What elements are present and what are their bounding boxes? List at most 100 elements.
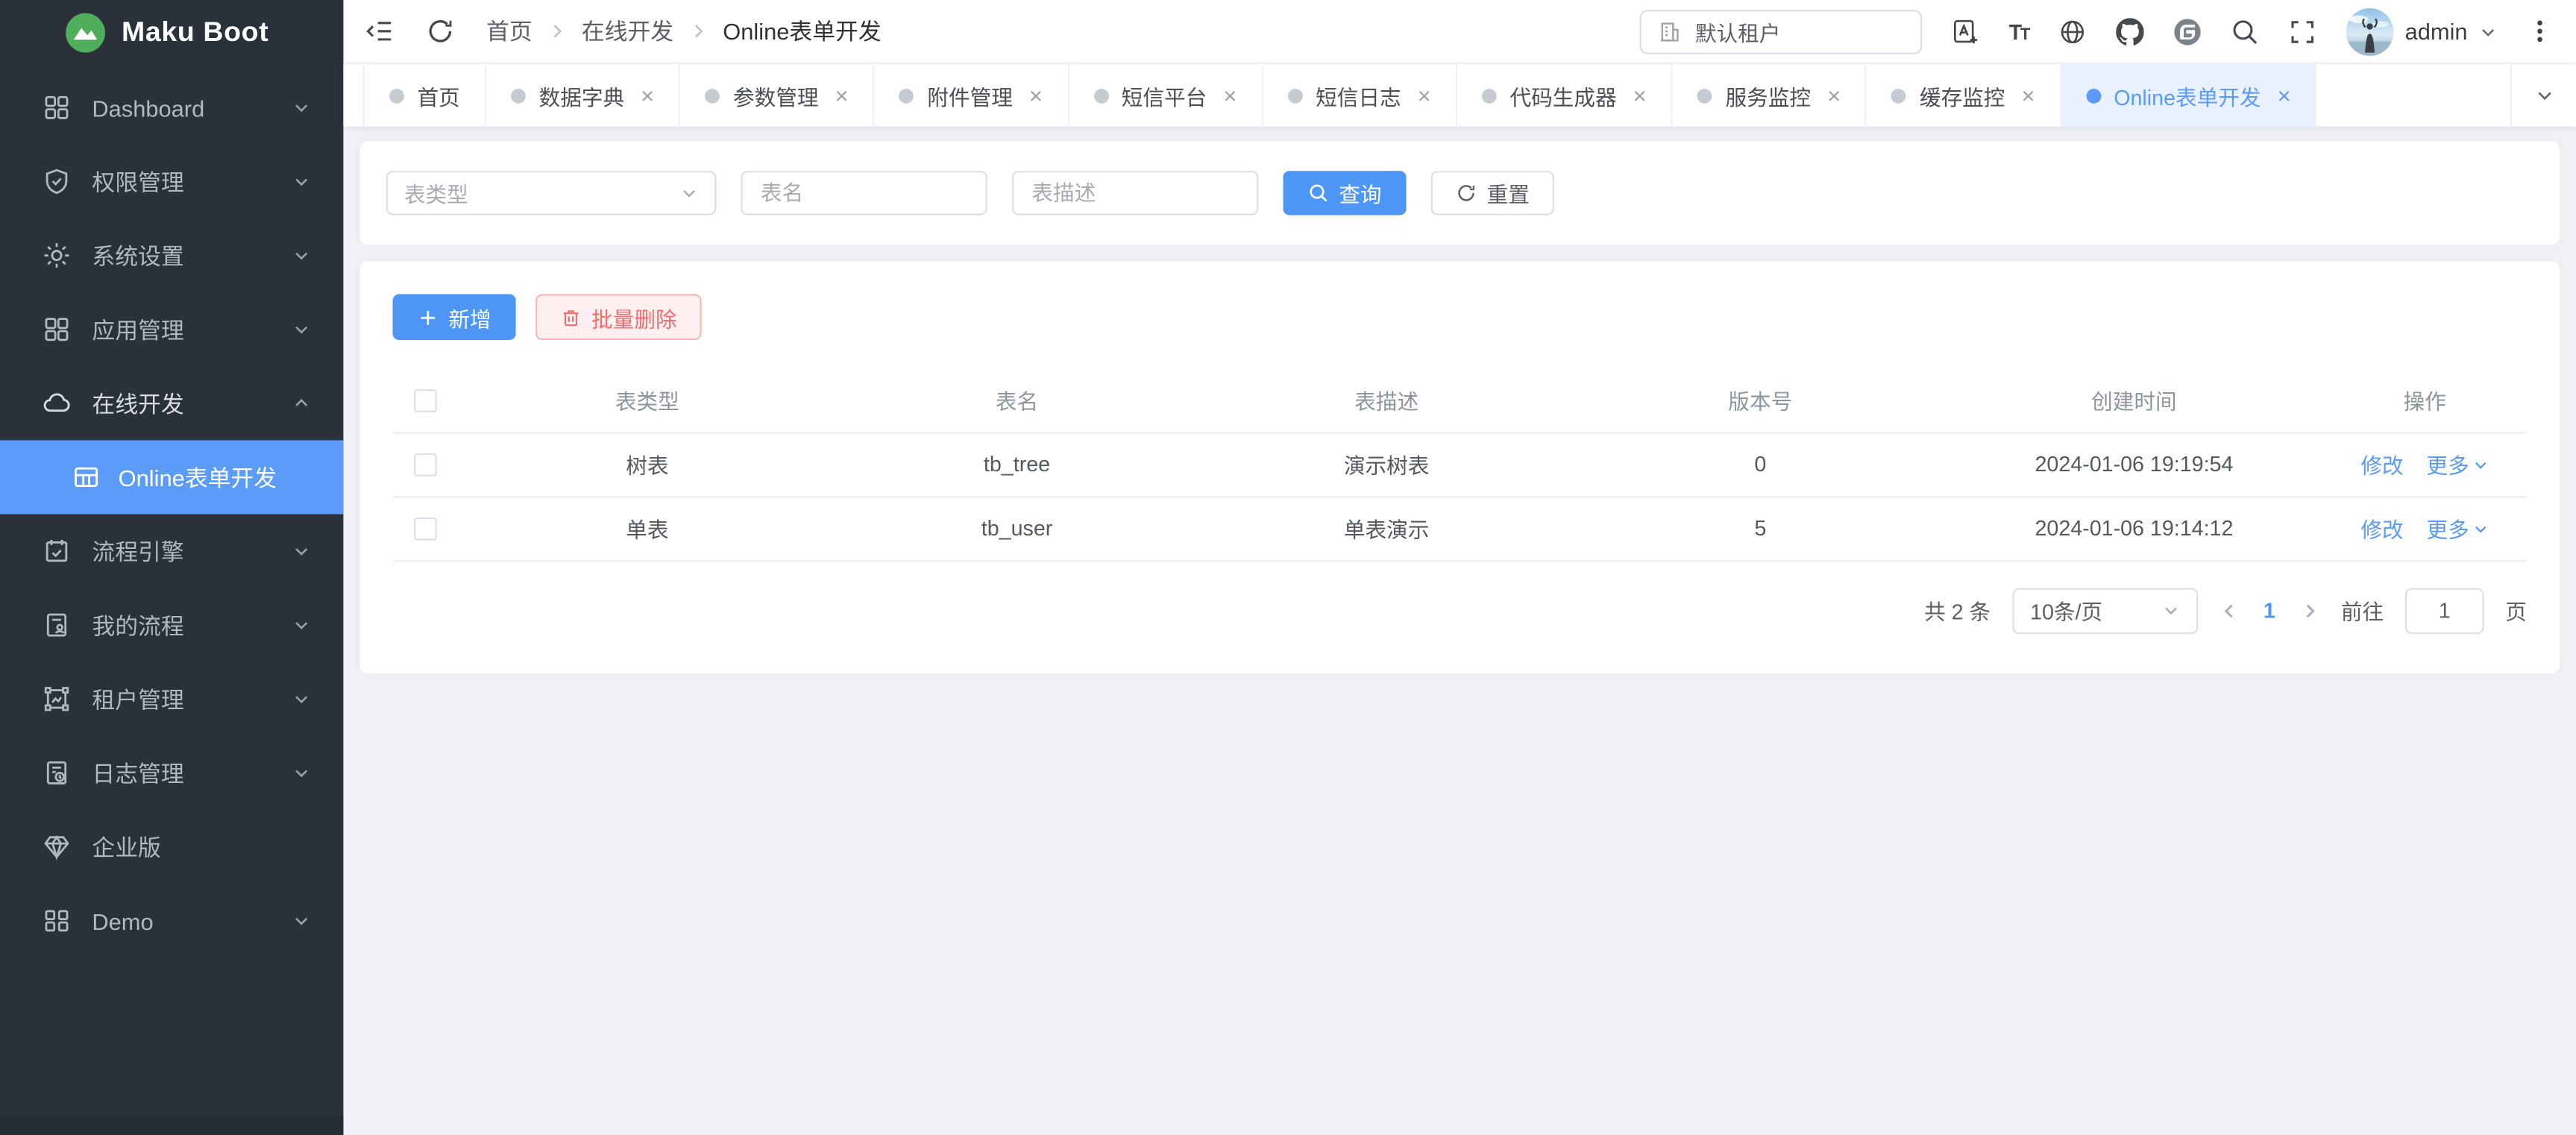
data-table: 表类型 表名 表描述 版本号 创建时间 操作 树表 tb_tree	[392, 368, 2526, 561]
tab-dot	[511, 88, 526, 103]
search-icon[interactable]	[2231, 17, 2258, 45]
tab-dot	[1482, 88, 1497, 103]
tab-attachment-management[interactable]: 附件管理 ×	[875, 64, 1069, 127]
refresh-icon[interactable]	[426, 16, 456, 46]
chevron-down-icon	[292, 616, 310, 634]
fullscreen-icon[interactable]	[2288, 17, 2316, 45]
reset-button[interactable]: 重置	[1431, 171, 1554, 215]
breadcrumb-home[interactable]: 首页	[486, 15, 533, 48]
close-icon[interactable]: ×	[641, 84, 654, 107]
trash-icon	[560, 306, 582, 328]
sidebar-item-tenant-management[interactable]: 租户管理	[0, 662, 343, 736]
table-desc-input[interactable]	[1012, 171, 1258, 215]
sidebar-item-enterprise[interactable]: 企业版	[0, 810, 343, 884]
close-icon[interactable]: ×	[1827, 84, 1841, 107]
sidebar-item-permissions[interactable]: 权限管理	[0, 145, 343, 218]
shield-check-icon	[43, 168, 70, 195]
translate-document-icon[interactable]	[1951, 17, 1979, 45]
cell-name: tb_user	[836, 496, 1198, 560]
edit-link[interactable]: 修改	[2360, 453, 2403, 478]
table-toolbar: 新增 批量删除	[392, 294, 2526, 340]
logo[interactable]: Maku Boot	[0, 0, 343, 64]
sidebar-item-label: Online表单开发	[119, 461, 311, 494]
column-header-type: 表类型	[459, 368, 837, 432]
table-type-select[interactable]: 表类型	[386, 171, 717, 215]
sidebar-item-online-form-dev[interactable]: Online表单开发	[0, 440, 343, 514]
kebab-menu-icon[interactable]	[2527, 16, 2553, 46]
column-header-actions: 操作	[2323, 368, 2527, 432]
sidebar-fold-icon[interactable]	[365, 16, 395, 46]
sidebar-item-dashboard[interactable]: Dashboard	[0, 71, 343, 145]
tab-sms-log[interactable]: 短信日志 ×	[1263, 64, 1457, 127]
gitee-icon[interactable]	[2173, 17, 2201, 45]
batch-delete-button[interactable]: 批量删除	[535, 294, 702, 340]
page-number-current[interactable]: 1	[2260, 598, 2278, 623]
add-button[interactable]: 新增	[392, 294, 515, 340]
tab-bar: 首页 数据字典 × 参数管理 × 附件管理 × 短信平台 ×	[343, 64, 2576, 127]
table-name-input[interactable]	[741, 171, 987, 215]
tab-parameter-management[interactable]: 参数管理 ×	[680, 64, 874, 127]
tab-sms-platform[interactable]: 短信平台 ×	[1069, 64, 1263, 127]
sidebar-item-workflow-engine[interactable]: 流程引擎	[0, 514, 343, 588]
sidebar-collapse-bar[interactable]	[0, 1116, 343, 1135]
github-icon[interactable]	[2116, 17, 2143, 45]
sidebar-item-demo[interactable]: Demo	[0, 884, 343, 958]
tab-code-generator[interactable]: 代码生成器 ×	[1457, 64, 1673, 127]
page-size-select[interactable]: 10条/页	[2012, 588, 2198, 634]
document-clock-icon	[43, 759, 70, 787]
sidebar-item-label: 日志管理	[92, 756, 292, 789]
tab-cache-monitor[interactable]: 缓存监控 ×	[1867, 64, 2061, 127]
tab-service-monitor[interactable]: 服务监控 ×	[1673, 64, 1867, 127]
row-checkbox[interactable]	[414, 518, 437, 541]
cell-created: 2024-01-06 19:19:54	[1945, 432, 2323, 496]
tab-data-dictionary[interactable]: 数据字典 ×	[486, 64, 680, 127]
globe-icon[interactable]	[2058, 17, 2086, 45]
tab-list-dropdown[interactable]	[2510, 64, 2576, 127]
row-checkbox[interactable]	[414, 454, 437, 477]
user-menu[interactable]: admin	[2346, 7, 2497, 55]
next-page-button[interactable]	[2300, 600, 2319, 620]
tab-online-form-dev[interactable]: Online表单开发 ×	[2061, 64, 2317, 127]
close-icon[interactable]: ×	[835, 84, 849, 107]
chevron-down-icon	[292, 246, 310, 264]
close-icon[interactable]: ×	[1633, 84, 1647, 107]
search-button[interactable]: 查询	[1283, 171, 1406, 215]
sidebar-item-app-management[interactable]: 应用管理	[0, 292, 343, 366]
search-icon	[1307, 183, 1329, 204]
table-header-row: 表类型 表名 表描述 版本号 创建时间 操作	[392, 368, 2526, 432]
cell-type: 树表	[459, 432, 837, 496]
sidebar-item-online-dev[interactable]: 在线开发	[0, 366, 343, 440]
font-size-icon[interactable]: TT	[2009, 19, 2029, 43]
more-dropdown[interactable]: 更多	[2427, 512, 2489, 544]
tab-home[interactable]: 首页	[363, 64, 486, 127]
sidebar-item-log-management[interactable]: 日志管理	[0, 736, 343, 810]
close-icon[interactable]: ×	[2278, 84, 2291, 107]
chevron-up-icon	[292, 394, 310, 412]
tenant-select[interactable]: 默认租户	[1639, 9, 1922, 53]
chevron-down-icon	[292, 98, 310, 116]
tab-label: 参数管理	[733, 80, 819, 111]
close-icon[interactable]: ×	[2021, 84, 2035, 107]
tab-label: 服务监控	[1725, 80, 1811, 111]
close-icon[interactable]: ×	[1418, 84, 1431, 107]
table-icon	[72, 463, 100, 491]
sidebar-item-my-workflow[interactable]: 我的流程	[0, 588, 343, 662]
close-icon[interactable]: ×	[1223, 84, 1237, 107]
chevron-down-icon	[2534, 86, 2554, 105]
goto-page-input[interactable]	[2405, 588, 2484, 634]
column-header-version: 版本号	[1575, 368, 1945, 432]
chevron-down-icon	[2472, 520, 2489, 536]
table-card: 新增 批量删除 表类型	[359, 261, 2560, 673]
refresh-icon	[1456, 183, 1477, 204]
tab-label: 代码生成器	[1510, 80, 1616, 111]
more-dropdown[interactable]: 更多	[2427, 448, 2489, 480]
page-unit-label: 页	[2505, 594, 2527, 626]
edit-link[interactable]: 修改	[2360, 518, 2403, 542]
cell-created: 2024-01-06 19:14:12	[1945, 496, 2323, 560]
close-icon[interactable]: ×	[1029, 84, 1043, 107]
sidebar-item-system-settings[interactable]: 系统设置	[0, 218, 343, 292]
breadcrumb-section[interactable]: 在线开发	[582, 15, 673, 48]
select-all-checkbox[interactable]	[414, 389, 437, 412]
prev-page-button[interactable]	[2219, 600, 2238, 620]
cell-name: tb_tree	[836, 432, 1198, 496]
